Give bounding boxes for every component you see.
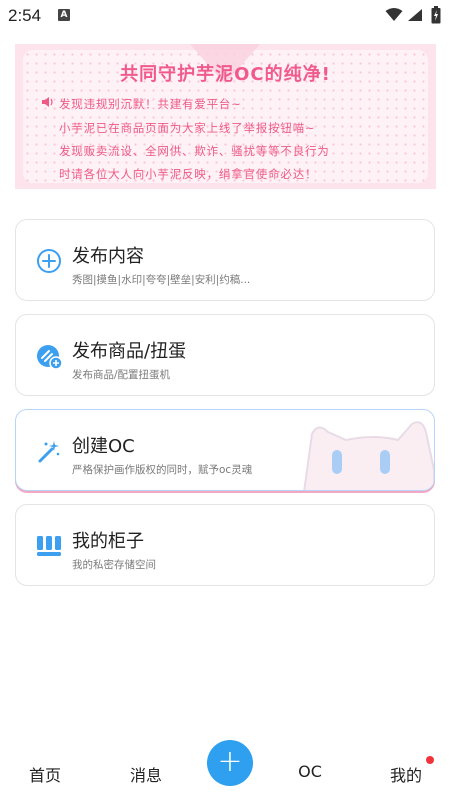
product-add-icon xyxy=(37,345,62,369)
card-title: 发布内容 xyxy=(72,246,144,267)
my-cabinet-card[interactable]: 我的柜子 我的私密存储空间 xyxy=(15,504,435,586)
publish-product-card[interactable]: 发布商品/扭蛋 发布商品/配置扭蛋机 xyxy=(15,314,435,396)
cabinet-icon xyxy=(37,536,61,556)
magic-wand-icon xyxy=(38,441,60,463)
signal-icon xyxy=(408,9,422,21)
banner-line-1: 发现违规别沉默！共建有爱平台~ xyxy=(59,97,242,111)
card-title: 我的柜子 xyxy=(72,531,144,552)
notification-dot xyxy=(426,756,434,764)
card-subtitle: 秀图|摸鱼|水印|夸夸|壁垒|安利|约稿... xyxy=(72,274,251,286)
banner-line-4: 时请各位大人向小芋泥反映，绢拿官使命必达！ xyxy=(59,167,318,181)
card-title: 创建OC xyxy=(72,436,135,457)
battery-icon xyxy=(431,6,441,24)
announcement-banner[interactable]: 共同守护芋泥OC的纯净! 发现违规别沉默！共建有爱平台~ 小芋泥已在商品页面为大… xyxy=(15,44,436,189)
tab-home[interactable]: 首页 xyxy=(10,762,80,786)
banner-line-3: 发现贩卖流设、全网供、欺诈、骚扰等等不良行为 xyxy=(59,144,330,158)
tab-messages[interactable]: 消息 xyxy=(111,762,181,786)
create-oc-card[interactable]: 创建OC 严格保护画作版权的同时，赋予oc灵魂 xyxy=(15,409,435,491)
cat-illustration xyxy=(303,421,434,490)
publish-content-card[interactable]: 发布内容 秀图|摸鱼|水印|夸夸|壁垒|安利|约稿... xyxy=(15,219,435,301)
status-bar: 2:54 A xyxy=(0,0,450,32)
tab-oc[interactable]: OC xyxy=(275,762,345,781)
wifi-icon xyxy=(385,8,403,21)
speaker-icon xyxy=(42,97,53,107)
banner-line-2: 小芋泥已在商品页面为大家上线了举报按钮喵~ xyxy=(59,121,316,135)
banner-title: 共同守护芋泥OC的纯净! xyxy=(120,64,331,85)
create-plus-button[interactable]: + xyxy=(207,740,253,786)
notification-a-icon: A xyxy=(58,9,70,21)
card-title: 发布商品/扭蛋 xyxy=(72,341,187,362)
card-subtitle: 发布商品/配置扭蛋机 xyxy=(72,369,171,381)
status-time: 2:54 xyxy=(8,6,42,25)
card-subtitle: 严格保护画作版权的同时，赋予oc灵魂 xyxy=(72,464,253,476)
plus-circle-icon xyxy=(37,249,61,273)
bottom-tab-bar: 首页 消息 + OC 我的 xyxy=(0,740,450,800)
tab-me[interactable]: 我的 xyxy=(371,762,441,786)
plus-icon: + xyxy=(217,744,243,779)
card-subtitle: 我的私密存储空间 xyxy=(72,559,156,571)
